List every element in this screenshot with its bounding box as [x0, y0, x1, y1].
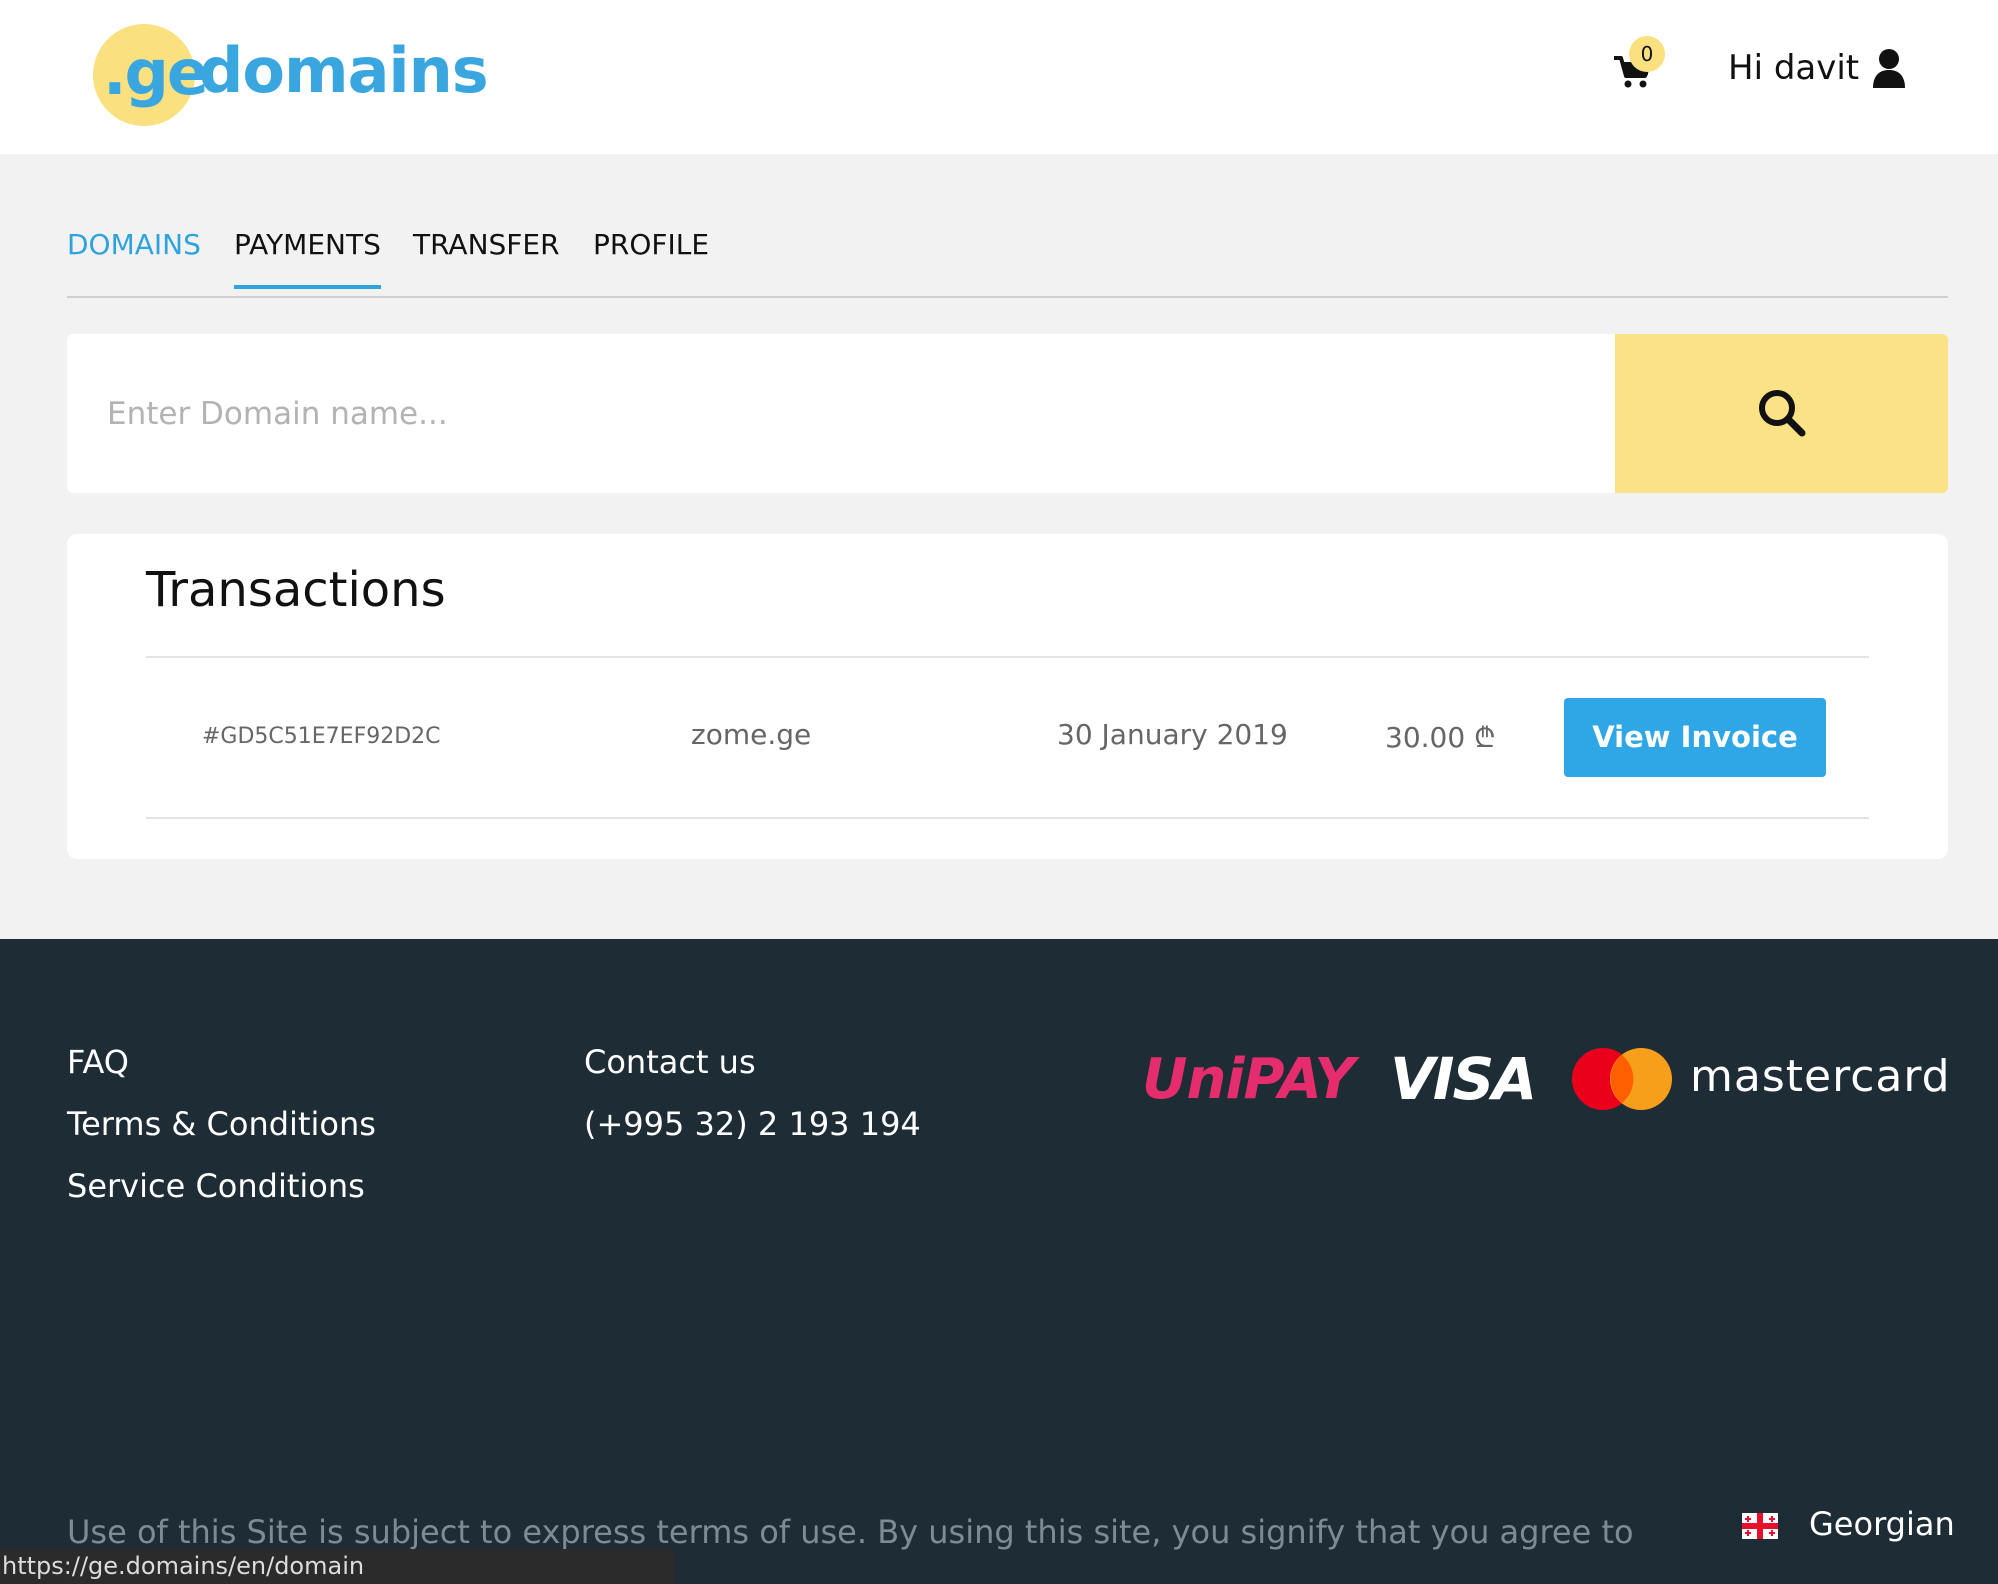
- visa-logo: VISA: [1390, 1045, 1537, 1113]
- footer-phone[interactable]: (+995 32) 2 193 194: [584, 1105, 921, 1143]
- domain-search-input[interactable]: [67, 334, 1615, 493]
- transaction-date: 30 January 2019: [1057, 718, 1288, 751]
- user-icon[interactable]: [1872, 48, 1906, 88]
- mastercard-logo: mastercard: [1690, 1051, 1951, 1102]
- mastercard-circles-icon: [1572, 1048, 1672, 1110]
- divider-bottom: [146, 817, 1869, 819]
- domain-search-bar: [67, 334, 1948, 493]
- divider-top: [146, 656, 1869, 658]
- transaction-domain: zome.ge: [691, 718, 812, 751]
- transaction-amount: 30.00 ₾: [1385, 721, 1496, 754]
- unipay-logo: UniPAY: [1142, 1047, 1355, 1112]
- site-header: .ge domains 0 Hi davit: [0, 0, 1998, 154]
- transactions-panel: Transactions #GD5C51E7EF92D2C zome.ge 30…: [67, 534, 1948, 859]
- transactions-title: Transactions: [146, 562, 446, 618]
- search-icon: [1759, 390, 1806, 437]
- footer-link-service-conditions[interactable]: Service Conditions: [67, 1167, 365, 1205]
- footer-contact-us[interactable]: Contact us: [584, 1043, 756, 1081]
- georgia-flag-icon: [1742, 1513, 1778, 1539]
- transaction-id: #GD5C51E7EF92D2C: [202, 724, 441, 749]
- user-greeting[interactable]: Hi davit: [1728, 48, 1859, 88]
- search-button[interactable]: [1615, 334, 1948, 493]
- logo-domains-text: domains: [199, 34, 489, 107]
- language-label: Georgian: [1809, 1505, 1955, 1543]
- footer-link-terms[interactable]: Terms & Conditions: [67, 1105, 376, 1143]
- tab-transfer[interactable]: TRANSFER: [413, 228, 560, 285]
- view-invoice-button[interactable]: View Invoice: [1564, 698, 1826, 777]
- footer-link-faq[interactable]: FAQ: [67, 1043, 129, 1081]
- tab-profile[interactable]: PROFILE: [593, 228, 709, 285]
- tab-domains[interactable]: DOMAINS: [67, 228, 201, 285]
- logo-ge-text: .ge: [103, 36, 209, 109]
- browser-status-url: https://ge.domains/en/domain: [0, 1549, 674, 1584]
- cart-count-badge[interactable]: 0: [1629, 36, 1665, 72]
- account-tabs: DOMAINS PAYMENTS TRANSFER PROFILE: [67, 222, 1948, 298]
- tab-payments[interactable]: PAYMENTS: [234, 228, 381, 289]
- site-footer: FAQ Terms & Conditions Service Condition…: [0, 939, 1998, 1584]
- terms-of-use-text: Use of this Site is subject to express t…: [67, 1513, 1634, 1551]
- site-logo[interactable]: .ge domains: [93, 22, 489, 126]
